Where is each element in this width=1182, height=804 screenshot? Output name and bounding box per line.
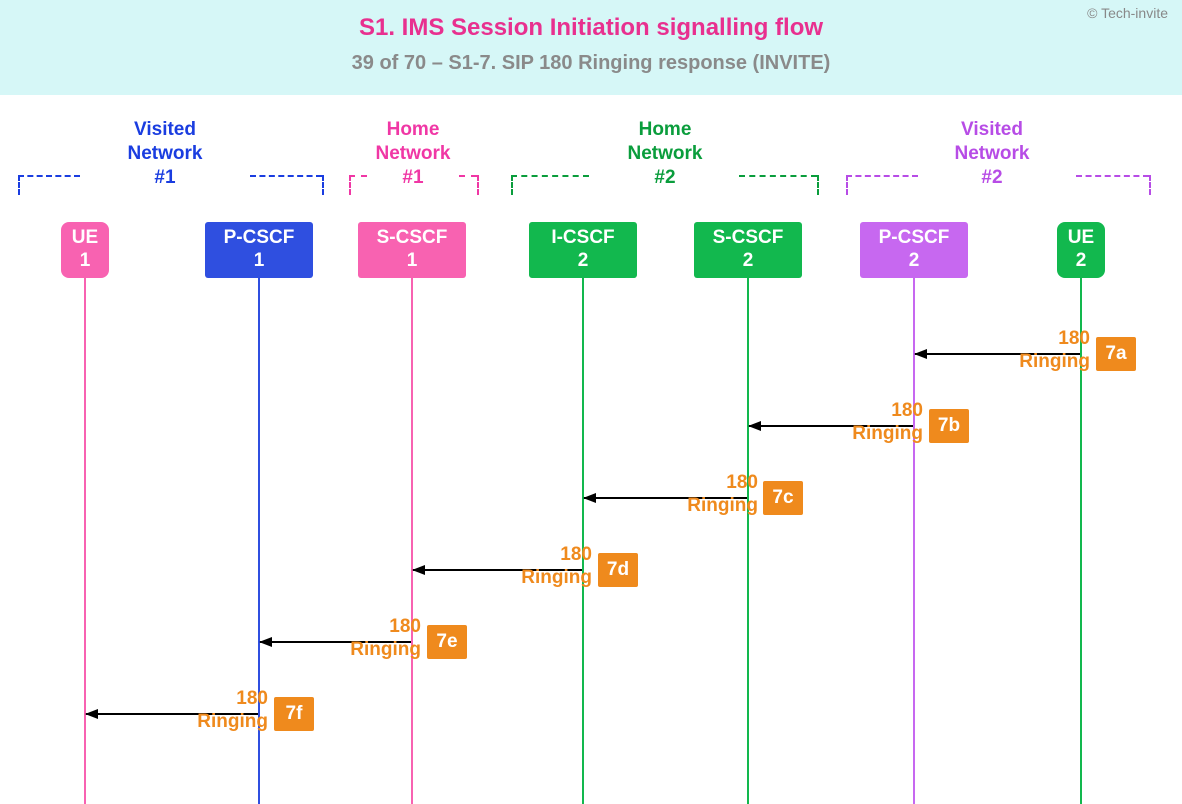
node-line: UE [1068, 227, 1094, 248]
msg-7f: 180 Ringing [168, 688, 268, 734]
node-pcscf2: P-CSCF 2 [860, 222, 968, 278]
group-line: Network [628, 143, 703, 164]
group-line: Visited [961, 119, 1023, 140]
lifeline-ue1 [84, 278, 86, 804]
bracket-home2 [511, 175, 817, 195]
group-line: Visited [134, 119, 196, 140]
node-line: 1 [80, 250, 91, 271]
node-line: 2 [743, 250, 754, 271]
copyright-text: © Tech-invite [1087, 5, 1168, 21]
msg-7d: 180 Ringing [492, 544, 592, 590]
node-scscf1: S-CSCF 1 [358, 222, 466, 278]
node-scscf2: S-CSCF 2 [694, 222, 802, 278]
node-line: S-CSCF [377, 227, 448, 248]
msg-top: 180 [389, 616, 421, 637]
msg-7a: 180 Ringing [990, 328, 1090, 374]
page-title: S1. IMS Session Initiation signalling fl… [0, 14, 1182, 42]
node-line: I-CSCF [551, 227, 614, 248]
msg-top: 180 [726, 472, 758, 493]
msg-top: 180 [1058, 328, 1090, 349]
tag-7f: 7f [274, 697, 314, 731]
bracket-visited1 [18, 175, 322, 195]
lifeline-scscf1 [411, 278, 413, 804]
msg-bottom: Ringing [521, 567, 592, 588]
header-bar: S1. IMS Session Initiation signalling fl… [0, 0, 1182, 95]
msg-bottom: Ringing [852, 423, 923, 444]
arrowhead-icon [85, 709, 98, 719]
node-line: 2 [1076, 250, 1087, 271]
msg-bottom: Ringing [687, 495, 758, 516]
tag-7a: 7a [1096, 337, 1136, 371]
node-ue1: UE 1 [61, 222, 109, 278]
msg-top: 180 [891, 400, 923, 421]
msg-7e: 180 Ringing [321, 616, 421, 662]
tag-7b: 7b [929, 409, 969, 443]
msg-bottom: Ringing [1019, 351, 1090, 372]
msg-top: 180 [560, 544, 592, 565]
node-line: P-CSCF [224, 227, 295, 248]
node-line: S-CSCF [713, 227, 784, 248]
arrowhead-icon [914, 349, 927, 359]
msg-bottom: Ringing [197, 711, 268, 732]
node-line: 1 [407, 250, 418, 271]
node-ue2: UE 2 [1057, 222, 1105, 278]
node-pcscf1: P-CSCF 1 [205, 222, 313, 278]
tag-7d: 7d [598, 553, 638, 587]
arrowhead-icon [259, 637, 272, 647]
msg-bottom: Ringing [350, 639, 421, 660]
node-line: 1 [254, 250, 265, 271]
group-line: Home [387, 119, 440, 140]
tag-7e: 7e [427, 625, 467, 659]
diagram-canvas: S1. IMS Session Initiation signalling fl… [0, 0, 1182, 804]
arrowhead-icon [748, 421, 761, 431]
tag-7c: 7c [763, 481, 803, 515]
group-line: Home [639, 119, 692, 140]
group-line: Network [376, 143, 451, 164]
msg-7b: 180 Ringing [823, 400, 923, 446]
node-line: UE [72, 227, 98, 248]
bracket-home1 [349, 175, 477, 195]
node-line: 2 [909, 250, 920, 271]
page-subtitle: 39 of 70 – S1-7. SIP 180 Ringing respons… [0, 52, 1182, 75]
group-line: Network [955, 143, 1030, 164]
msg-7c: 180 Ringing [658, 472, 758, 518]
lifeline-scscf2 [747, 278, 749, 804]
node-line: P-CSCF [879, 227, 950, 248]
node-icscf2: I-CSCF 2 [529, 222, 637, 278]
arrowhead-icon [583, 493, 596, 503]
arrowhead-icon [412, 565, 425, 575]
msg-top: 180 [236, 688, 268, 709]
node-line: 2 [578, 250, 589, 271]
lifeline-icscf2 [582, 278, 584, 804]
group-line: Network [128, 143, 203, 164]
bracket-visited2 [846, 175, 1149, 195]
